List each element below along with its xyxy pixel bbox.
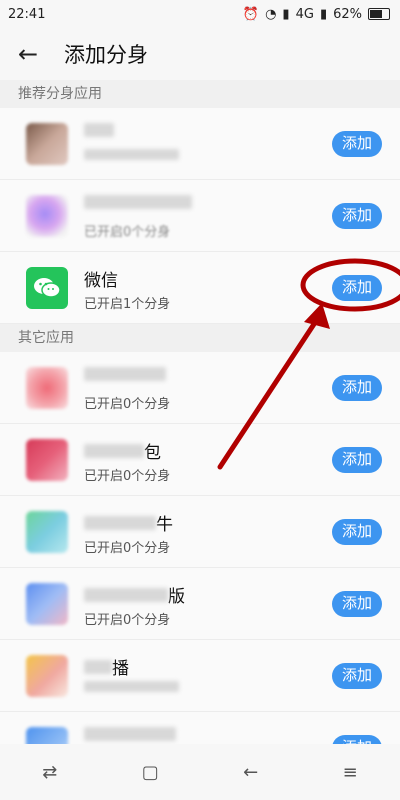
wechat-icon [26,266,68,309]
back-icon[interactable]: ← [243,762,258,783]
home-icon[interactable]: ▢ [142,762,159,783]
add-button[interactable]: 添加 [332,446,382,473]
switch-icon[interactable]: ⇄ [42,762,57,783]
add-button-wechat[interactable]: 添加 [332,274,382,301]
battery-icon [368,8,390,20]
app-icon [26,654,68,697]
list-item-wechat: 微信 已开启1个分身 添加 [0,252,400,324]
list-item: 已开启0个分身 添加 [0,352,400,424]
add-button[interactable]: 添加 [332,662,382,689]
add-button[interactable]: 添加 [332,130,382,157]
signal-icon: ▮ [282,6,290,22]
section-header-others: 其它应用 [0,324,400,352]
app-icon [26,366,68,409]
wifi-icon: ◔ [265,6,277,22]
page-header: ← 添加分身 [0,28,400,80]
status-bar: 22:41 ⏰ ◔ ▮ 4G ▮ 62% [0,0,400,28]
battery-percent: 62% [333,6,362,22]
list-item: 版 已开启0个分身 添加 [0,568,400,640]
alarm-icon: ⏰ [242,6,260,22]
page-title: 添加分身 [64,43,148,67]
add-button[interactable]: 添加 [332,590,382,617]
list-item: 已开启0个分身 添加 [0,180,400,252]
list-item: 添加 [0,108,400,180]
list-item: 牛 已开启0个分身 添加 [0,496,400,568]
list-item: 播 添加 [0,640,400,712]
list-item: 包 已开启0个分身 添加 [0,424,400,496]
add-button[interactable]: 添加 [332,518,382,545]
add-button[interactable]: 添加 [332,202,382,229]
signal-icon-2: ▮ [319,6,328,22]
section-header-recommended: 推荐分身应用 [0,80,400,108]
system-nav-bar: ⇄ ▢ ← ≡ [0,744,400,800]
add-button[interactable]: 添加 [332,374,382,401]
app-icon [26,122,68,165]
network-type: 4G [295,6,314,22]
menu-icon[interactable]: ≡ [343,762,358,783]
status-time: 22:41 [8,6,46,22]
app-icon [26,438,68,481]
back-arrow-icon[interactable]: ← [18,40,46,68]
app-icon [26,510,68,553]
app-icon [26,194,68,237]
app-icon [26,582,68,625]
